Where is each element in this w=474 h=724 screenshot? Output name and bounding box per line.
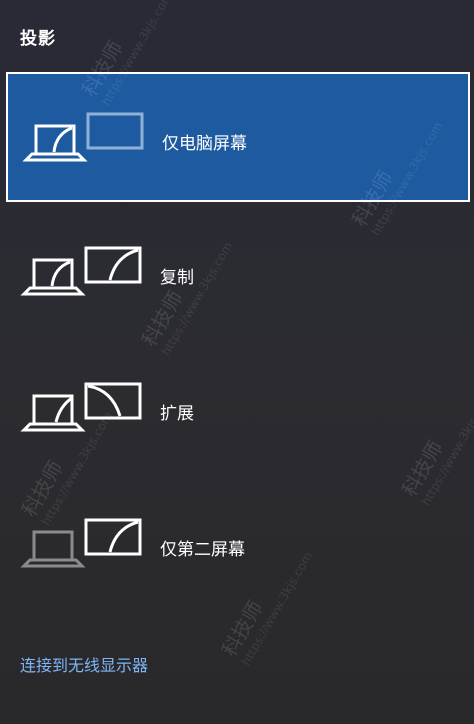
project-panel: 投影 仅电脑屏幕 复制 扩展 仅第二屏幕 连接到无线显示器 科技师 https:…: [0, 0, 474, 724]
panel-title: 投影: [20, 29, 56, 49]
option-extend[interactable]: 扩展: [6, 344, 470, 474]
laptop-icon: [20, 394, 86, 432]
option-label: 仅第二屏幕: [160, 540, 245, 560]
option-label: 仅电脑屏幕: [162, 134, 247, 154]
laptop-icon: [20, 530, 86, 568]
monitor-icon: [84, 246, 142, 284]
monitor-icon: [84, 518, 142, 556]
option-duplicate[interactable]: 复制: [6, 208, 470, 338]
option-pc-screen-only[interactable]: 仅电脑屏幕: [6, 72, 470, 202]
pc-screen-only-icon: [22, 112, 144, 162]
duplicate-icon: [20, 246, 142, 296]
monitor-icon: [84, 382, 142, 420]
laptop-icon: [22, 124, 88, 162]
monitor-icon: [86, 112, 144, 150]
laptop-icon: [20, 258, 86, 296]
connect-wireless-display-link[interactable]: 连接到无线显示器: [20, 652, 148, 676]
option-second-screen-only[interactable]: 仅第二屏幕: [6, 480, 470, 610]
option-label: 扩展: [160, 404, 194, 424]
extend-icon: [20, 382, 142, 432]
second-screen-only-icon: [20, 518, 142, 568]
option-label: 复制: [160, 268, 194, 288]
